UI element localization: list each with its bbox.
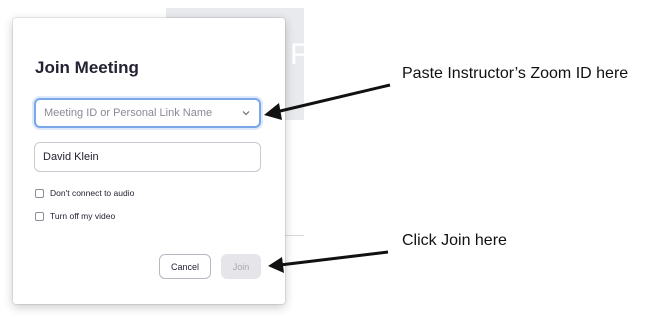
arrow-icon <box>264 83 391 120</box>
arrow-icon <box>268 250 389 273</box>
zoom-id-annotation: Paste Instructor’s Zoom ID here <box>402 65 629 82</box>
annotation-arrows <box>264 83 391 273</box>
join-annotation: Click Join here <box>402 232 507 249</box>
